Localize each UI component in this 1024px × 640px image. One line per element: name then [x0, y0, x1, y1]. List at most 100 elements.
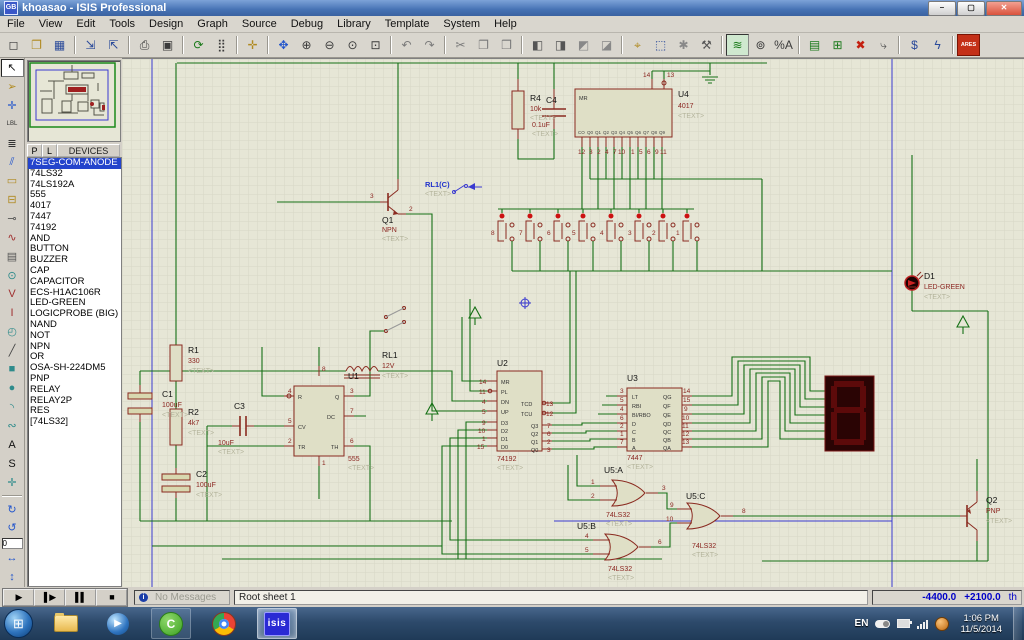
bill-of-materials-icon[interactable]: $	[903, 34, 926, 56]
menu-view[interactable]: View	[32, 17, 70, 31]
device-item[interactable]: 74LS32	[28, 169, 121, 180]
menu-template[interactable]: Template	[378, 17, 437, 31]
rotate-anticlockwise-tool[interactable]: ↺	[1, 519, 24, 537]
false-origin-icon[interactable]: ✛	[241, 34, 264, 56]
network-signal-icon[interactable]	[917, 619, 928, 629]
menu-edit[interactable]: Edit	[69, 17, 102, 31]
property-assignment-icon[interactable]: %A	[772, 34, 795, 56]
volume-icon[interactable]	[935, 617, 949, 631]
tape-recorder-tool[interactable]: ▤	[1, 247, 24, 265]
2d-circle-tool[interactable]: ●	[1, 379, 24, 397]
zoom-area-icon[interactable]: ⊡	[364, 34, 387, 56]
current-probe-tool[interactable]: I	[1, 304, 24, 322]
open-design-icon[interactable]: ❐	[25, 34, 48, 56]
redo-icon[interactable]: ↷	[418, 34, 441, 56]
copy-icon[interactable]: ❐	[472, 34, 495, 56]
selection-pointer-tool[interactable]: ↖	[1, 59, 24, 77]
toggle-grid-icon[interactable]: ⣿	[210, 34, 233, 56]
undo-icon[interactable]: ↶	[395, 34, 418, 56]
device-pins-tool[interactable]: ⊸	[1, 210, 24, 228]
taskbar-windows-explorer[interactable]	[47, 609, 85, 638]
rotate-clockwise-tool[interactable]: ↻	[1, 500, 24, 518]
zoom-in-icon[interactable]: ⊕	[295, 34, 318, 56]
pick-parts-button[interactable]: P	[27, 144, 42, 157]
menu-source[interactable]: Source	[235, 17, 284, 31]
redraw-display-icon[interactable]: ⟳	[187, 34, 210, 56]
ic-u3-7447[interactable]	[617, 388, 692, 451]
overview-minimap[interactable]	[27, 60, 121, 142]
2d-closed-path-tool[interactable]: ∾	[1, 417, 24, 435]
2d-symbols-tool[interactable]: S	[1, 455, 24, 473]
taskbar-chrome[interactable]	[205, 609, 243, 638]
pause-button[interactable]: ▌▌	[65, 589, 96, 606]
terminals-tool[interactable]: ⊟	[1, 191, 24, 209]
device-item[interactable]: CAPACITOR	[28, 277, 121, 288]
block-rotate-icon[interactable]: ◩	[572, 34, 595, 56]
menu-file[interactable]: File	[0, 17, 32, 31]
maximize-button[interactable]: ▢	[957, 1, 985, 16]
hidden-icons-toggle[interactable]	[875, 620, 890, 628]
device-item[interactable]: RELAY	[28, 385, 121, 396]
2d-text-tool[interactable]: A	[1, 436, 24, 454]
generator-mode-tool[interactable]: ⊙	[1, 266, 24, 284]
packaging-tool-icon[interactable]: ✱	[672, 34, 695, 56]
graph-mode-tool[interactable]: ∿	[1, 229, 24, 247]
virtual-instruments-tool[interactable]: ◴	[1, 323, 24, 341]
cut-icon[interactable]: ✂	[449, 34, 472, 56]
2d-line-tool[interactable]: ╱	[1, 342, 24, 360]
menu-debug[interactable]: Debug	[284, 17, 330, 31]
subcircuit-tool[interactable]: ▭	[1, 172, 24, 190]
close-button[interactable]: ✕	[986, 1, 1022, 16]
seven-segment-display[interactable]	[825, 376, 874, 451]
ic-u4-4017[interactable]	[575, 79, 672, 147]
save-design-icon[interactable]: ▦	[48, 34, 71, 56]
design-explorer-icon[interactable]: ▤	[803, 34, 826, 56]
flip-vertical-tool[interactable]: ↕	[1, 568, 24, 586]
search-tag-icon[interactable]: ⊚	[749, 34, 772, 56]
minimize-button[interactable]: –	[928, 1, 956, 16]
menu-tools[interactable]: Tools	[102, 17, 142, 31]
zoom-out-icon[interactable]: ⊖	[318, 34, 341, 56]
schematic-svg[interactable]: R410k<TEXT>C40.1uF<TEXT>U44017<TEXT>MRCO…	[122, 59, 1024, 588]
taskbar-media-player[interactable]: ▶	[99, 609, 137, 638]
goto-sheet-icon[interactable]: ⤷	[872, 34, 895, 56]
device-item[interactable]: 74192	[28, 223, 121, 234]
export-section-icon[interactable]: ⇱	[102, 34, 125, 56]
remove-sheet-icon[interactable]: ✖	[849, 34, 872, 56]
2d-markers-tool[interactable]: ✛	[1, 474, 24, 492]
zoom-all-icon[interactable]: ⊙	[341, 34, 364, 56]
buses-tool[interactable]: ⫽	[1, 153, 24, 171]
language-indicator[interactable]: EN	[855, 618, 869, 629]
menu-graph[interactable]: Graph	[190, 17, 235, 31]
wire-autorouter-icon[interactable]: ≋	[726, 34, 749, 56]
play-button[interactable]: ▶	[3, 589, 34, 606]
schematic-canvas[interactable]: R410k<TEXT>C40.1uF<TEXT>U44017<TEXT>MRCO…	[122, 58, 1024, 587]
step-button[interactable]: ▌▶	[34, 589, 65, 606]
block-copy-icon[interactable]: ◧	[526, 34, 549, 56]
mark-output-area-icon[interactable]: ▣	[156, 34, 179, 56]
paste-icon[interactable]: ❒	[495, 34, 518, 56]
taskbar-clock[interactable]: 1:06 PM 11/5/2014	[960, 613, 1002, 635]
import-section-icon[interactable]: ⇲	[79, 34, 102, 56]
new-sheet-icon[interactable]: ⊞	[826, 34, 849, 56]
menu-library[interactable]: Library	[330, 17, 378, 31]
junction-dot-tool[interactable]: ✛	[1, 97, 24, 115]
pan-icon[interactable]: ✥	[272, 34, 295, 56]
ic-u2-74192[interactable]	[487, 371, 552, 451]
battery-icon[interactable]	[897, 619, 910, 628]
2d-arc-tool[interactable]: ◝	[1, 398, 24, 416]
stop-button[interactable]: ■	[96, 589, 127, 606]
resistor-r1[interactable]	[170, 345, 182, 381]
menu-design[interactable]: Design	[142, 17, 190, 31]
pick-device-icon[interactable]: ⌖	[626, 34, 649, 56]
show-desktop-button[interactable]	[1013, 607, 1022, 640]
make-device-icon[interactable]: ⬚	[649, 34, 672, 56]
block-delete-icon[interactable]: ◪	[595, 34, 618, 56]
text-script-tool[interactable]: ≣	[1, 134, 24, 152]
taskbar-coc-coc-browser[interactable]: C	[151, 608, 191, 639]
2d-box-tool[interactable]: ■	[1, 361, 24, 379]
electrical-rule-check-icon[interactable]: ϟ	[926, 34, 949, 56]
start-button[interactable]: ⊞	[4, 609, 33, 638]
sheet-selector[interactable]: Root sheet 1	[234, 590, 868, 605]
taskbar-isis[interactable]: isis	[257, 608, 297, 639]
